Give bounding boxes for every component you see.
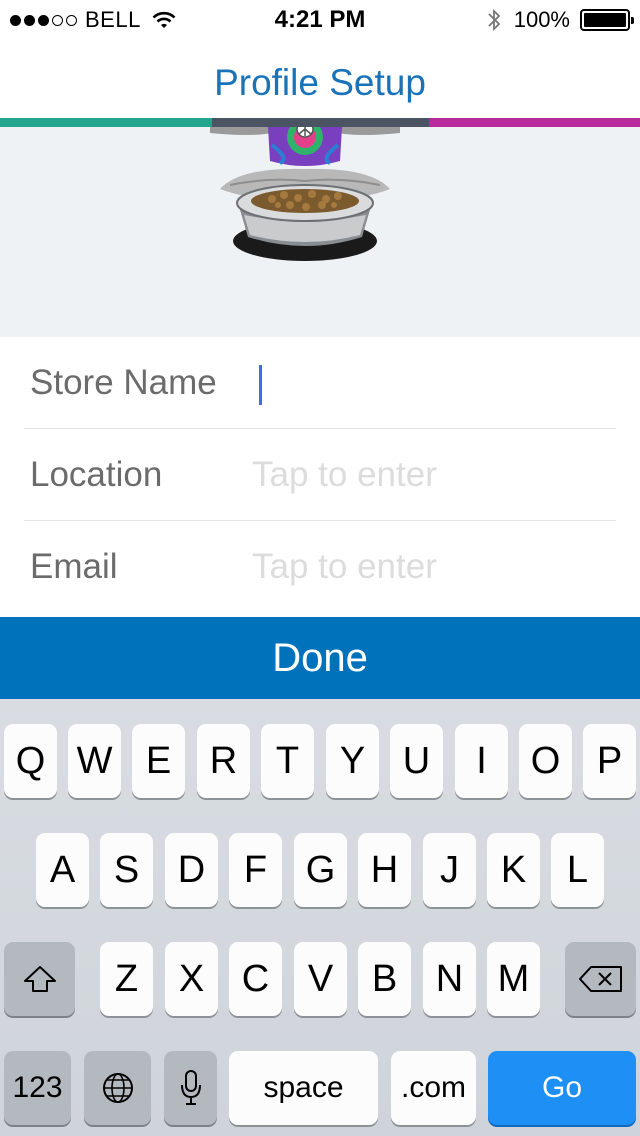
- progress-strip: [0, 118, 640, 127]
- key-e[interactable]: E: [132, 724, 185, 798]
- key-j[interactable]: J: [423, 833, 476, 907]
- key-t[interactable]: T: [261, 724, 314, 798]
- numbers-key[interactable]: 123: [4, 1051, 71, 1125]
- key-k[interactable]: K: [487, 833, 540, 907]
- go-key[interactable]: Go: [488, 1051, 636, 1125]
- store-name-label: Store Name: [30, 363, 217, 402]
- key-n[interactable]: N: [423, 942, 476, 1016]
- progress-segment-3: [429, 118, 640, 127]
- key-r[interactable]: R: [197, 724, 250, 798]
- shift-key[interactable]: [4, 942, 75, 1016]
- key-f[interactable]: F: [229, 833, 282, 907]
- store-name-row[interactable]: Store Name: [24, 337, 616, 429]
- microphone-key[interactable]: [164, 1051, 217, 1125]
- hero-banner: [0, 127, 640, 337]
- battery-percent: 100%: [513, 7, 570, 32]
- done-button-label: Done: [272, 635, 368, 680]
- microphone-icon: [180, 1070, 201, 1105]
- key-b[interactable]: B: [358, 942, 411, 1016]
- email-label: Email: [30, 547, 118, 586]
- shift-icon: [23, 966, 56, 992]
- key-x[interactable]: X: [165, 942, 218, 1016]
- keyboard: Q W E R T Y U I O P A S D F G H J K L Z …: [0, 699, 640, 1136]
- key-g[interactable]: G: [294, 833, 347, 907]
- key-a[interactable]: A: [36, 833, 89, 907]
- key-c[interactable]: C: [229, 942, 282, 1016]
- space-key[interactable]: space: [229, 1051, 378, 1125]
- key-z[interactable]: Z: [100, 942, 153, 1016]
- delete-key[interactable]: [565, 942, 636, 1016]
- battery-icon: [580, 9, 634, 31]
- status-bar: BELL 4:21 PM 100%: [0, 0, 640, 40]
- text-cursor: [259, 365, 262, 405]
- profile-form: Store Name Location Tap to enter Email T…: [0, 337, 640, 615]
- key-q[interactable]: Q: [4, 724, 57, 798]
- nav-bar: Profile Setup: [0, 40, 640, 118]
- meditating-figure-image: [210, 127, 400, 261]
- location-label: Location: [30, 455, 163, 494]
- location-row[interactable]: Location Tap to enter: [24, 429, 616, 521]
- key-w[interactable]: W: [68, 724, 121, 798]
- email-input[interactable]: Tap to enter: [252, 547, 437, 587]
- key-p[interactable]: P: [583, 724, 636, 798]
- key-v[interactable]: V: [294, 942, 347, 1016]
- progress-segment-1: [0, 118, 212, 127]
- globe-icon: [102, 1073, 133, 1103]
- key-h[interactable]: H: [358, 833, 411, 907]
- dotcom-key[interactable]: .com: [391, 1051, 476, 1125]
- key-l[interactable]: L: [551, 833, 604, 907]
- location-input[interactable]: Tap to enter: [252, 455, 437, 495]
- progress-segment-2: [212, 118, 429, 127]
- key-u[interactable]: U: [390, 724, 443, 798]
- key-s[interactable]: S: [100, 833, 153, 907]
- key-i[interactable]: I: [455, 724, 508, 798]
- email-row[interactable]: Email Tap to enter: [24, 521, 616, 613]
- page-title: Profile Setup: [214, 62, 426, 103]
- delete-icon: [578, 966, 622, 992]
- status-right: 100%: [486, 7, 634, 33]
- key-y[interactable]: Y: [326, 724, 379, 798]
- globe-key[interactable]: [84, 1051, 151, 1125]
- bluetooth-icon: [488, 8, 500, 32]
- key-m[interactable]: M: [487, 942, 540, 1016]
- done-button[interactable]: Done: [0, 617, 640, 699]
- key-o[interactable]: O: [519, 724, 572, 798]
- key-d[interactable]: D: [165, 833, 218, 907]
